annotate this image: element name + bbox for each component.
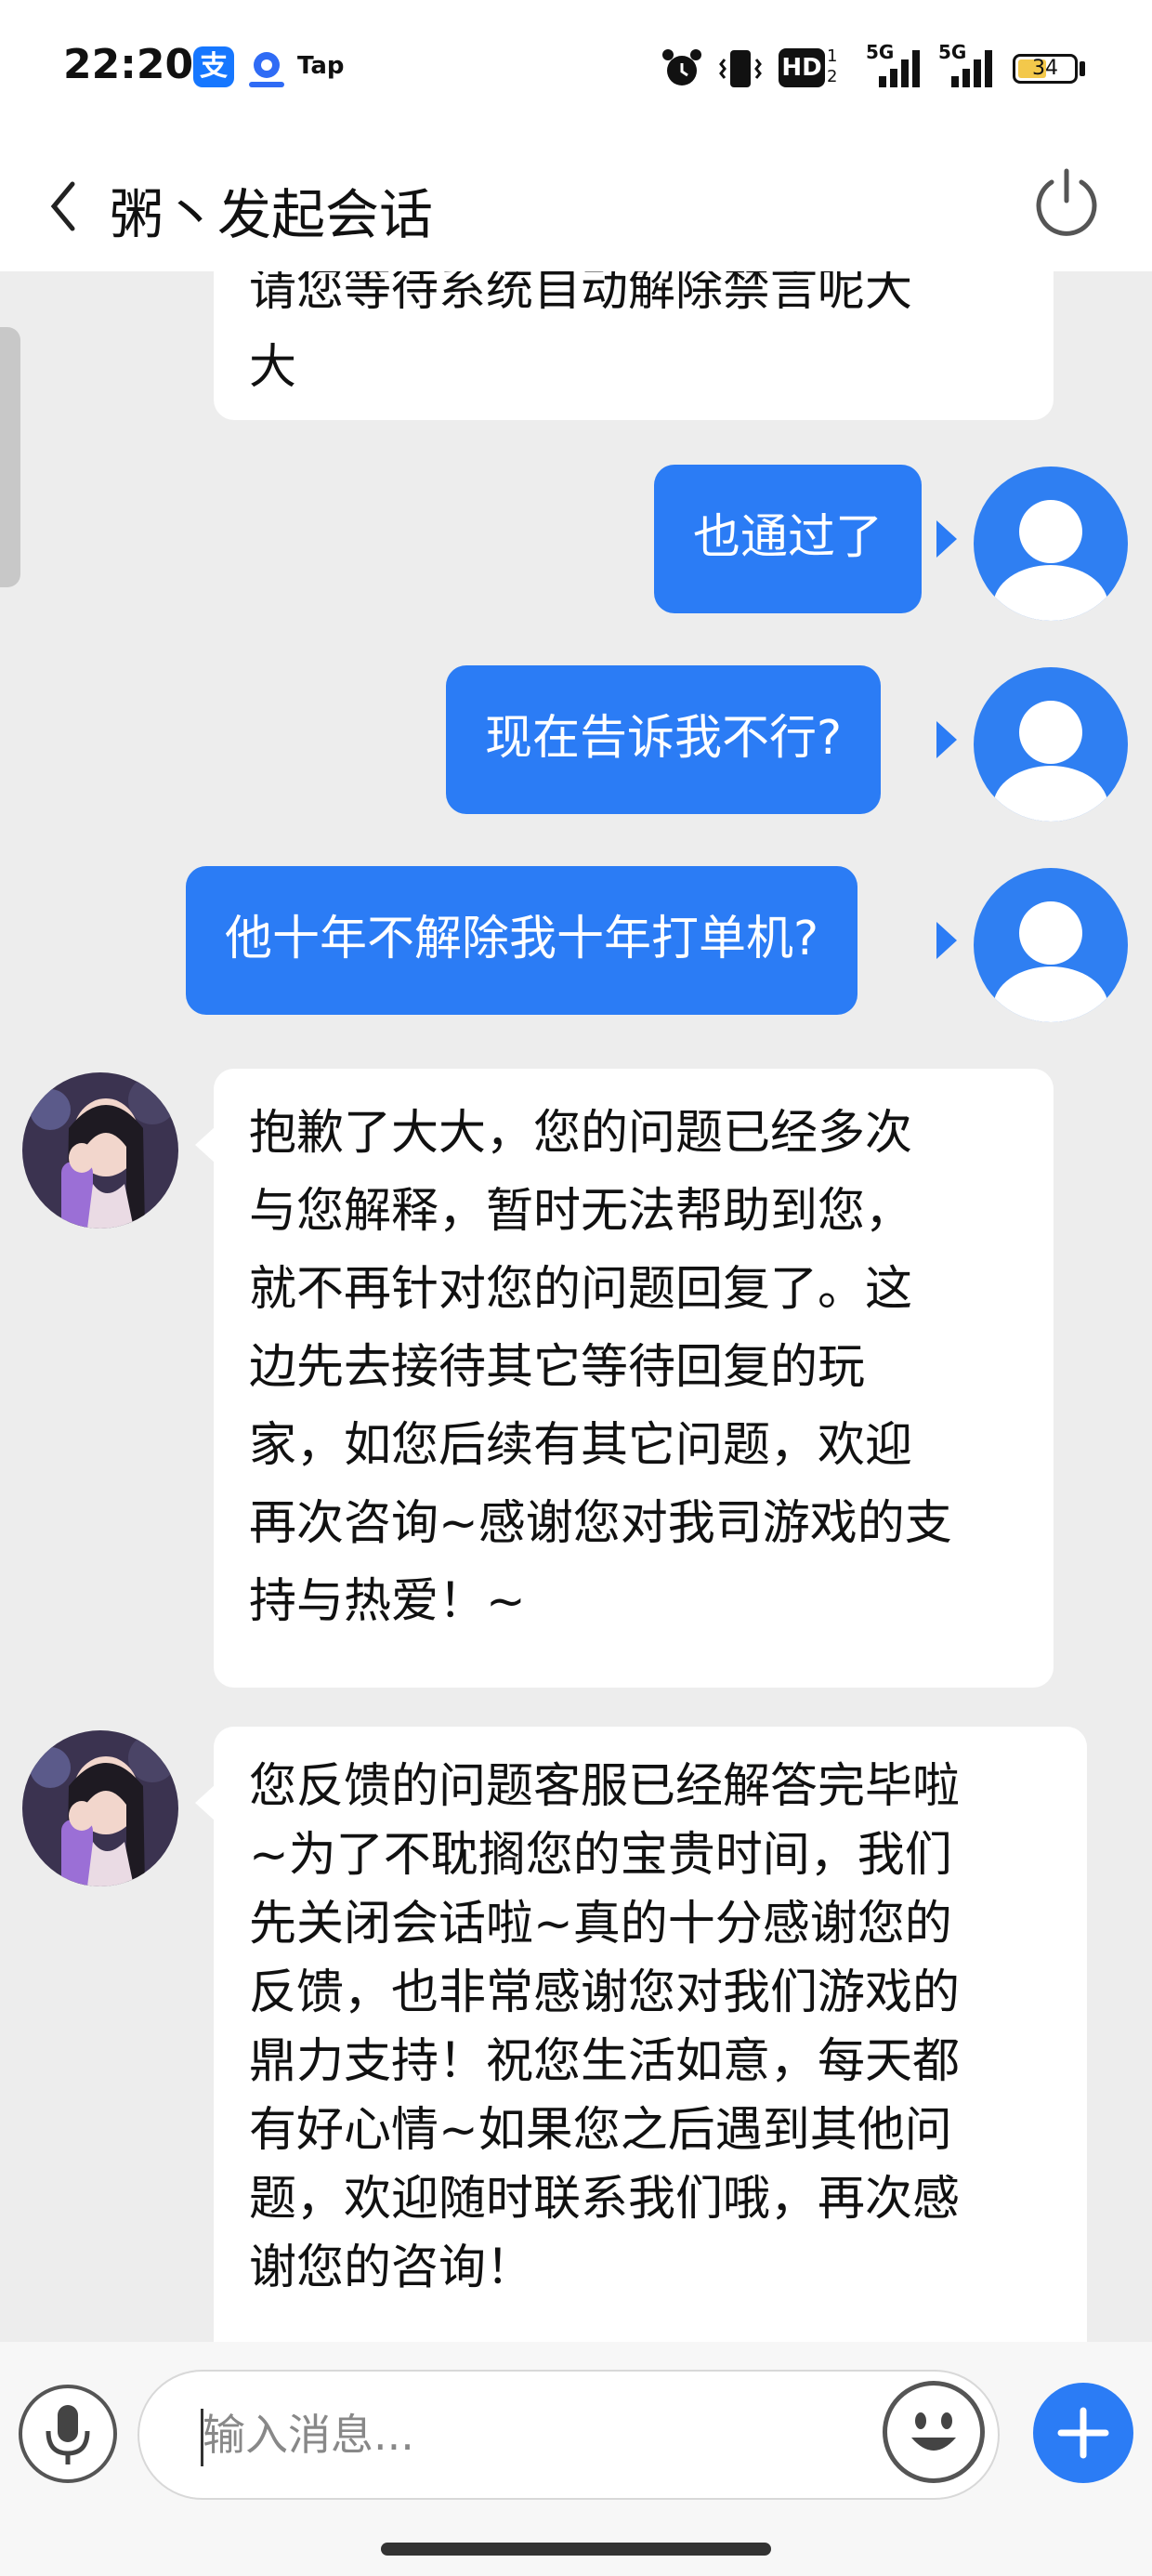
scrollbar[interactable] xyxy=(0,327,20,587)
user-avatar[interactable] xyxy=(974,667,1128,821)
incoming-message: 您反馈的问题客服已经解答完毕啦 ~为了不耽搁您的宝贵时间，我们 先关闭会话啦~真… xyxy=(214,1727,1087,2342)
incoming-message: 请您等待系统自动解除禁言呢大 大 xyxy=(214,271,1054,420)
message-line: 有好心情~如果您之后遇到其他问 xyxy=(249,2103,952,2158)
message-line: 与您解释，暂时无法帮助到您， xyxy=(249,1184,913,1239)
bubble-tail xyxy=(936,520,957,558)
agent-avatar[interactable] xyxy=(22,1730,178,1886)
user-avatar[interactable] xyxy=(974,868,1128,1022)
incoming-message: 抱歉了大大，您的问题已经多次 与您解释，暂时无法帮助到您， 就不再针对您的问题回… xyxy=(214,1069,1054,1688)
tap-logo: Tap xyxy=(297,52,345,80)
alarm-icon xyxy=(660,46,704,95)
battery-percent: 34 xyxy=(1032,57,1058,80)
bubble-tail xyxy=(195,1126,216,1163)
message-line: 反馈，也非常感谢您对我们游戏的 xyxy=(249,1965,961,2020)
hd-sim-label: 12 xyxy=(827,46,838,86)
message-line: 边先去接待其它等待回复的玩 xyxy=(249,1340,866,1395)
input-bar xyxy=(0,2342,1152,2576)
status-time: 22:20 xyxy=(63,41,194,88)
power-icon[interactable] xyxy=(1029,164,1104,242)
agent-avatar[interactable] xyxy=(22,1072,178,1229)
chat-area[interactable]: 请您等待系统自动解除禁言呢大 大 也通过了 现在告诉我不行? 他十年不解除我十年… xyxy=(0,271,1152,2342)
message-line: 您反馈的问题客服已经解答完毕啦 xyxy=(249,1759,961,1814)
user-avatar[interactable] xyxy=(974,467,1128,621)
battery-tip xyxy=(1080,61,1085,76)
bubble-tail xyxy=(195,1784,216,1821)
add-button[interactable] xyxy=(1033,2383,1133,2483)
vibrate-icon xyxy=(717,46,764,95)
signal-icon-2 xyxy=(946,46,998,95)
message-text: 他十年不解除我十年打单机? xyxy=(225,912,819,966)
home-indicator[interactable] xyxy=(381,2543,771,2556)
bubble-tail xyxy=(936,721,957,758)
outgoing-message: 也通过了 xyxy=(654,465,923,613)
message-input[interactable] xyxy=(137,2370,1000,2500)
page-title: 粥丶发起会话 xyxy=(110,183,434,246)
nav-bar: 粥丶发起会话 xyxy=(0,139,1152,271)
baidu-wallet-icon xyxy=(243,46,290,91)
voice-button[interactable] xyxy=(19,2385,117,2483)
message-line: 先关闭会话啦~真的十分感谢您的 xyxy=(249,1897,952,1952)
text-cursor xyxy=(201,2409,203,2466)
message-line: 题，欢迎随时联系我们哦，再次感 xyxy=(249,2172,961,2227)
outgoing-message: 他十年不解除我十年打单机? xyxy=(186,866,858,1015)
alipay-icon: 支 xyxy=(193,46,234,87)
hd-icon: HD xyxy=(779,48,825,87)
message-text: 也通过了 xyxy=(693,510,884,565)
battery-icon: 34 xyxy=(1013,54,1078,84)
message-line: 就不再针对您的问题回复了。这 xyxy=(249,1262,913,1317)
message-line: ~为了不耽搁您的宝贵时间，我们 xyxy=(249,1828,952,1883)
message-line: 再次咨询~感谢您对我司游戏的支 xyxy=(249,1496,952,1551)
outgoing-message: 现在告诉我不行? xyxy=(446,665,882,814)
emoji-icon[interactable] xyxy=(883,2381,985,2483)
status-bar: 22:20 支 Tap HD 12 5G 5G 34 xyxy=(0,0,1152,139)
message-line: 抱歉了大大，您的问题已经多次 xyxy=(249,1106,913,1161)
bubble-tail xyxy=(936,922,957,959)
message-line: 持与热爱！~ xyxy=(249,1574,526,1629)
chevron-left-icon[interactable] xyxy=(45,177,82,240)
message-line: 谢您的咨询！ xyxy=(249,2241,534,2295)
message-line: 大 xyxy=(249,340,297,395)
signal-icon xyxy=(873,46,925,95)
message-text: 现在告诉我不行? xyxy=(485,711,843,766)
message-line: 请您等待系统自动解除禁言呢大 xyxy=(249,271,913,317)
message-line: 家，如您后续有其它问题，欢迎 xyxy=(249,1418,913,1473)
message-line: 鼎力支持！祝您生活如意，每天都 xyxy=(249,2034,961,2089)
